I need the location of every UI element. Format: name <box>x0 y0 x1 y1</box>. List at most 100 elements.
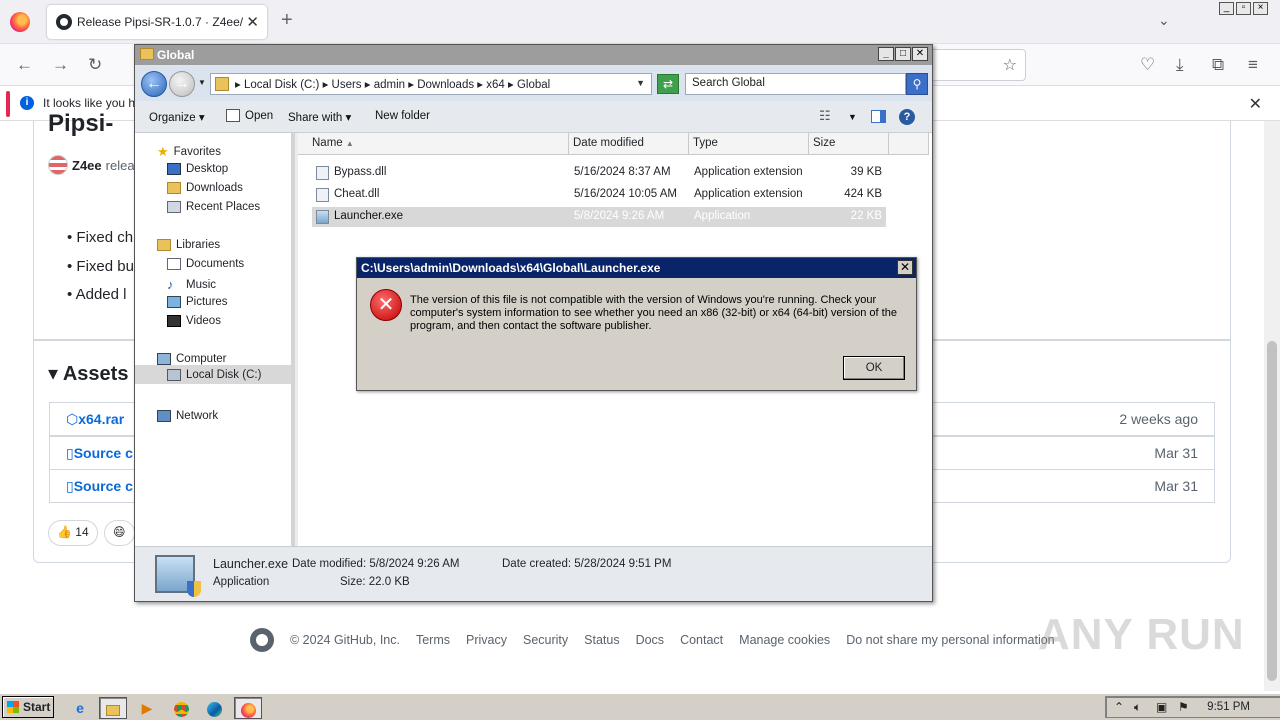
forward-button[interactable]: → <box>169 71 195 97</box>
footer-link-status[interactable]: Status <box>584 633 619 647</box>
column-header-date[interactable]: Date modified <box>569 133 689 155</box>
organize-button[interactable]: Organize ▾ <box>149 110 205 124</box>
menu-hamburger-icon[interactable]: ≡ <box>1248 55 1258 75</box>
desktop-icon <box>167 163 181 175</box>
recent-pages-dropdown-icon[interactable]: ▼ <box>198 78 206 87</box>
open-button[interactable]: Open <box>245 110 273 122</box>
nav-libraries[interactable]: Libraries <box>157 239 220 251</box>
reload-icon[interactable]: ↻ <box>88 55 102 75</box>
nav-videos[interactable]: Videos <box>167 315 221 327</box>
nav-local-disk[interactable]: Local Disk (C:) <box>135 365 291 384</box>
file-row[interactable]: Cheat.dll 5/16/2024 10:05 AM Application… <box>312 185 886 205</box>
close-notification-icon[interactable]: ✕ <box>1249 94 1262 114</box>
action-center-flag-icon[interactable]: ⚑ <box>1178 700 1189 714</box>
footer-link-privacy[interactable]: Privacy <box>466 633 507 647</box>
view-dropdown-icon[interactable]: ▼ <box>848 112 857 122</box>
explorer-title-bar[interactable]: Global _ □ ✕ <box>135 45 932 65</box>
dll-file-icon <box>316 166 329 180</box>
nav-network[interactable]: Network <box>157 410 218 422</box>
help-icon[interactable]: ? <box>899 109 915 125</box>
nav-favorites[interactable]: ★ Favorites <box>157 144 221 160</box>
column-header-size[interactable]: Size <box>809 133 889 155</box>
file-row[interactable]: Bypass.dll 5/16/2024 8:37 AM Application… <box>312 163 886 183</box>
reaction-smile[interactable]: 😄 <box>104 520 135 546</box>
nav-pictures[interactable]: Pictures <box>167 296 228 308</box>
avatar[interactable] <box>48 155 68 175</box>
minimize-button[interactable]: _ <box>878 47 894 61</box>
change-view-icon[interactable]: ☷ <box>819 108 831 124</box>
nav-downloads[interactable]: Downloads <box>167 182 243 194</box>
page-footer: © 2024 GitHub, Inc. Terms Privacy Securi… <box>250 628 1055 652</box>
asset-name[interactable]: ▯Source c <box>66 445 133 462</box>
footer-copyright: © 2024 GitHub, Inc. <box>290 633 400 647</box>
column-header-name[interactable]: Name ▲ <box>298 133 569 155</box>
footer-link-terms[interactable]: Terms <box>416 633 450 647</box>
asset-name[interactable]: ▯Source c <box>66 478 133 495</box>
search-input[interactable]: Search Global <box>685 73 906 95</box>
preview-pane-icon[interactable] <box>871 110 886 123</box>
forward-arrow-icon[interactable]: → <box>52 55 69 75</box>
page-scrollbar[interactable] <box>1264 121 1280 691</box>
address-input[interactable]: ▸ Local Disk (C:) ▸ Users ▸ admin ▸ Down… <box>210 73 652 95</box>
new-tab-icon[interactable]: + <box>281 9 293 32</box>
github-logo-icon[interactable] <box>250 628 274 652</box>
extensions-icon[interactable]: ⧉ <box>1212 55 1224 75</box>
list-tabs-icon[interactable]: ⌄ <box>1158 12 1170 29</box>
file-row-selected[interactable]: Launcher.exe 5/8/2024 9:26 AM Applicatio… <box>312 207 886 227</box>
search-icon[interactable]: ⚲ <box>906 73 928 95</box>
nav-documents[interactable]: Documents <box>167 258 244 270</box>
edge-icon[interactable] <box>200 697 228 719</box>
refresh-button[interactable]: ⇄ <box>657 74 679 94</box>
scrollbar-thumb[interactable] <box>1267 341 1277 681</box>
pocket-icon[interactable]: ♡ <box>1140 55 1155 75</box>
reaction-thumbs-up[interactable]: 👍 14 <box>48 520 98 546</box>
close-icon[interactable]: ✕ <box>897 260 913 275</box>
address-dropdown-icon[interactable]: ▼ <box>636 78 645 88</box>
libraries-icon <box>157 239 171 251</box>
downloads-icon[interactable]: ⤓ <box>1176 55 1184 75</box>
start-button[interactable]: Start <box>2 696 54 718</box>
back-arrow-icon[interactable]: ← <box>16 55 33 75</box>
anyrun-watermark: ANY RUN <box>1038 610 1245 659</box>
nav-recent-places[interactable]: Recent Places <box>167 201 260 213</box>
author-link[interactable]: Z4ee <box>72 158 102 173</box>
close-tab-icon[interactable]: ✕ <box>246 13 259 31</box>
nav-desktop[interactable]: Desktop <box>167 163 228 175</box>
nav-computer[interactable]: Computer <box>157 353 227 365</box>
explorer-taskbar-icon[interactable] <box>99 697 127 719</box>
internet-explorer-icon[interactable]: e <box>66 697 94 719</box>
browser-tab[interactable]: Release Pipsi-SR-1.0.7 · Z4ee/Pipsi ✕ <box>47 5 267 39</box>
firefox-logo-icon[interactable] <box>10 12 30 32</box>
share-with-button[interactable]: Share with ▾ <box>288 110 351 124</box>
ok-button[interactable]: OK <box>843 356 905 380</box>
assets-heading[interactable]: ▾ Assets <box>48 361 128 386</box>
chrome-icon[interactable] <box>167 697 195 719</box>
footer-link-contact[interactable]: Contact <box>680 633 723 647</box>
url-bar[interactable]: ☆ <box>920 49 1026 81</box>
restore-window-button[interactable]: ▫ <box>1236 2 1251 15</box>
asset-name[interactable]: ⬡x64.rar <box>66 411 124 428</box>
column-header-type[interactable]: Type <box>689 133 809 155</box>
tray-expand-icon[interactable]: ⌃ <box>1114 700 1124 714</box>
media-player-icon[interactable]: ▶ <box>133 697 161 719</box>
nav-music[interactable]: ♪ Music <box>167 277 216 292</box>
close-button[interactable]: ✕ <box>912 47 928 61</box>
footer-link-manage-cookies[interactable]: Manage cookies <box>739 633 830 647</box>
error-dialog-title-bar[interactable]: C:\Users\admin\Downloads\x64\Global\Laun… <box>357 258 916 278</box>
clock[interactable]: 9:51 PM <box>1207 701 1250 713</box>
firefox-taskbar-icon[interactable] <box>234 697 262 719</box>
volume-icon[interactable]: 🔈︎ <box>1134 700 1141 715</box>
breadcrumb[interactable]: ▸ Local Disk (C:) ▸ Users ▸ admin ▸ Down… <box>235 77 550 91</box>
footer-link-docs[interactable]: Docs <box>636 633 664 647</box>
network-tray-icon[interactable]: ▣ <box>1156 700 1167 714</box>
release-author: Z4ee relea <box>48 155 135 175</box>
new-folder-button[interactable]: New folder <box>375 110 430 122</box>
footer-link-do-not-share[interactable]: Do not share my personal information <box>846 633 1054 647</box>
close-window-button[interactable]: × <box>1253 2 1268 15</box>
minimize-window-button[interactable]: _ <box>1219 2 1234 15</box>
maximize-button[interactable]: □ <box>895 47 911 61</box>
back-button[interactable]: ← <box>141 71 167 97</box>
file-name: Launcher.exe <box>334 210 404 222</box>
bookmark-star-icon[interactable]: ☆ <box>1003 55 1017 75</box>
footer-link-security[interactable]: Security <box>523 633 568 647</box>
